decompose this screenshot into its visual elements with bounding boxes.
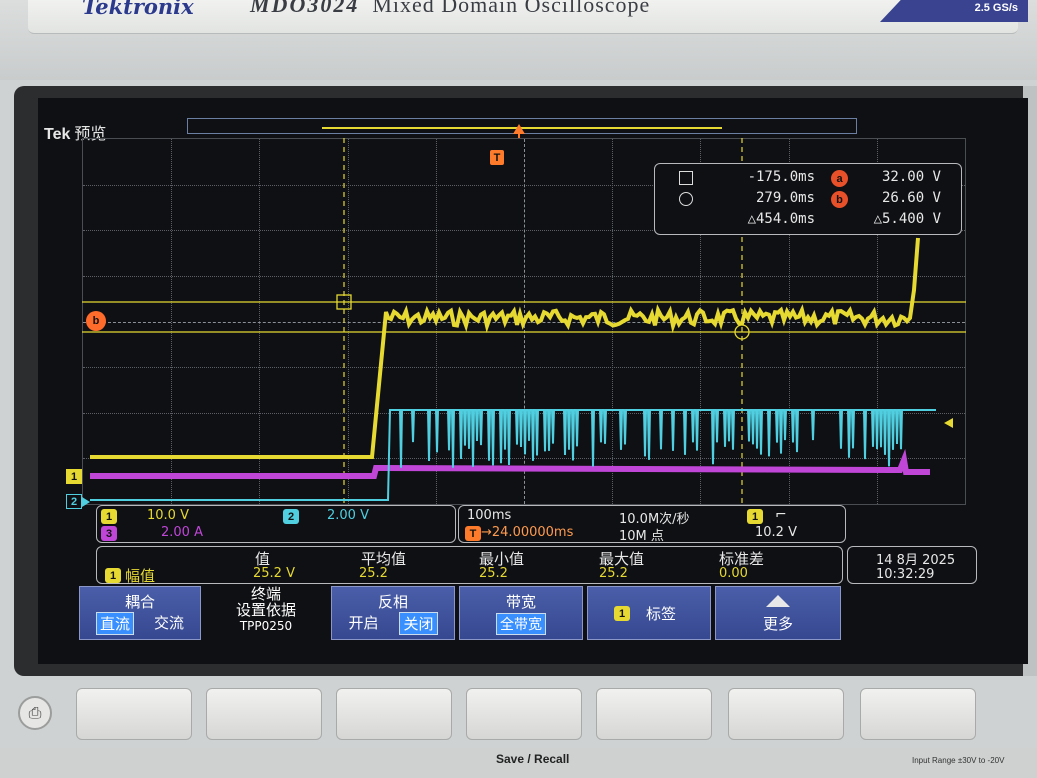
coupling-dc-option[interactable]: 直流 bbox=[95, 612, 134, 635]
cursor-b-badge: b bbox=[831, 191, 848, 208]
cursor-a-square-icon bbox=[679, 171, 693, 185]
invert-on-option[interactable]: 开启 bbox=[348, 612, 378, 635]
ch3-scale: 2.00 A bbox=[161, 525, 203, 540]
ch2-scale: 2.00 V bbox=[327, 508, 369, 523]
ch3-tag: 3 bbox=[101, 526, 117, 541]
meas-max: 25.2 bbox=[599, 566, 628, 581]
time-per-div: 100ms bbox=[467, 508, 512, 523]
record-length: 10M 点 bbox=[619, 529, 664, 544]
cursor-b-marker[interactable]: b bbox=[86, 311, 106, 331]
coupling-ac-option[interactable]: 交流 bbox=[154, 612, 184, 635]
timebase-panel[interactable]: 100ms 10.0M次/秒 1 ⌐ T →24.00000ms 10M 点 1… bbox=[458, 505, 846, 544]
ch1-scale: 10.0 V bbox=[147, 508, 189, 523]
trigger-position-icon: T bbox=[465, 526, 481, 541]
label-title: 标签 bbox=[646, 605, 677, 623]
bezel-button-4[interactable] bbox=[466, 688, 582, 740]
print-icon[interactable]: ⎙ bbox=[18, 696, 52, 730]
record-view-window bbox=[322, 127, 722, 129]
bezel-button-6[interactable] bbox=[728, 688, 844, 740]
date-display: 14 8月 2025 bbox=[876, 553, 956, 568]
termination-title: 终端 bbox=[250, 585, 281, 603]
ch2-tag: 2 bbox=[283, 509, 299, 524]
termination-subtitle: 设置依据 bbox=[235, 601, 296, 619]
input-range-label: Input Range ±30V to -20V bbox=[912, 756, 1005, 765]
bezel-button-2[interactable] bbox=[206, 688, 322, 740]
termination-softkey[interactable]: 终端 设置依据 TPP0250 bbox=[203, 586, 329, 640]
screen-title-brand: Tek bbox=[44, 126, 71, 143]
save-recall-label: Save / Recall bbox=[496, 752, 570, 766]
brand-logo: Tektronix bbox=[82, 0, 194, 19]
record-view-bar bbox=[187, 118, 857, 134]
invert-off-option[interactable]: 关闭 bbox=[399, 612, 438, 635]
cursor-delta-time: △454.0ms bbox=[747, 211, 815, 227]
channel-scale-panel[interactable]: 1 10.0 V 2 2.00 V 3 2.00 A bbox=[96, 505, 456, 543]
termination-probe: TPP0250 bbox=[239, 619, 293, 633]
cursor-b-circle-icon bbox=[679, 192, 693, 206]
cursor-b-time: 279.0ms bbox=[755, 190, 815, 206]
ch1-ground-marker[interactable]: 1 bbox=[66, 469, 82, 484]
sample-rate-badge: 2.5 GS/s bbox=[880, 0, 1028, 22]
more-softkey[interactable]: 更多 bbox=[715, 586, 841, 640]
cursor-a-time: -175.0ms bbox=[747, 169, 815, 185]
bezel-button-3[interactable] bbox=[336, 688, 452, 740]
meas-std: 0.00 bbox=[719, 566, 748, 581]
coupling-title: 耦合 bbox=[124, 593, 155, 611]
bezel-button-1[interactable] bbox=[76, 688, 192, 740]
ch1-tag: 1 bbox=[101, 509, 117, 524]
model-name: MDO3024 Mixed Domain Oscilloscope bbox=[250, 0, 650, 18]
bezel-button-5[interactable] bbox=[596, 688, 712, 740]
horizontal-position: →24.00000ms bbox=[481, 525, 574, 540]
meas-min: 25.2 bbox=[479, 566, 508, 581]
ch2-ground-marker[interactable]: 2 bbox=[66, 494, 82, 509]
meas-name: 幅值 bbox=[125, 567, 156, 585]
datetime-panel: 14 8月 2025 10:32:29 bbox=[847, 546, 977, 584]
meas-mean: 25.2 bbox=[359, 566, 388, 581]
sample-rate-label: 2.5 GS/s bbox=[974, 2, 1018, 14]
cursor-delta-value: △5.400 V bbox=[873, 211, 941, 227]
bandwidth-value[interactable]: 全带宽 bbox=[496, 613, 546, 635]
brand-strip: Tektronix MDO3024 Mixed Domain Oscillosc… bbox=[28, 0, 1018, 34]
model-number: MDO3024 bbox=[250, 0, 360, 17]
trigger-source-tag: 1 bbox=[747, 509, 763, 524]
trigger-level: 10.2 V bbox=[755, 525, 797, 540]
cursor-a-badge: a bbox=[831, 170, 848, 187]
cursor-readout: -175.0ms a 32.00 V 279.0ms b 26.60 V △45… bbox=[654, 163, 962, 235]
ch2-arrow-icon bbox=[82, 497, 90, 507]
trigger-level-arrow-icon[interactable] bbox=[944, 418, 953, 428]
trigger-slope-icon: ⌐ bbox=[775, 507, 787, 523]
bezel-button-7[interactable] bbox=[860, 688, 976, 740]
coupling-softkey[interactable]: 耦合 直流 交流 bbox=[79, 586, 201, 640]
trigger-marker[interactable]: T bbox=[490, 150, 504, 165]
cursor-b-value: 26.60 V bbox=[881, 190, 941, 206]
bandwidth-softkey[interactable]: 带宽 全带宽 bbox=[459, 586, 583, 640]
label-softkey[interactable]: 1 标签 bbox=[587, 586, 711, 640]
measurement-panel[interactable]: 值 平均值 最小值 最大值 标准差 1 幅值 25.2 V 25.2 25.2 … bbox=[96, 546, 843, 585]
meas-value: 25.2 V bbox=[253, 566, 295, 581]
invert-softkey[interactable]: 反相 开启 关闭 bbox=[331, 586, 455, 640]
more-up-arrow-icon bbox=[766, 595, 790, 607]
model-description: Mixed Domain Oscilloscope bbox=[372, 0, 651, 17]
invert-title: 反相 bbox=[377, 593, 408, 611]
more-title: 更多 bbox=[762, 615, 793, 633]
label-channel-tag: 1 bbox=[614, 606, 630, 621]
bandwidth-title: 带宽 bbox=[505, 593, 536, 611]
cursor-a-value: 32.00 V bbox=[881, 169, 941, 185]
time-display: 10:32:29 bbox=[876, 567, 935, 582]
meas-source-tag: 1 bbox=[105, 568, 121, 583]
